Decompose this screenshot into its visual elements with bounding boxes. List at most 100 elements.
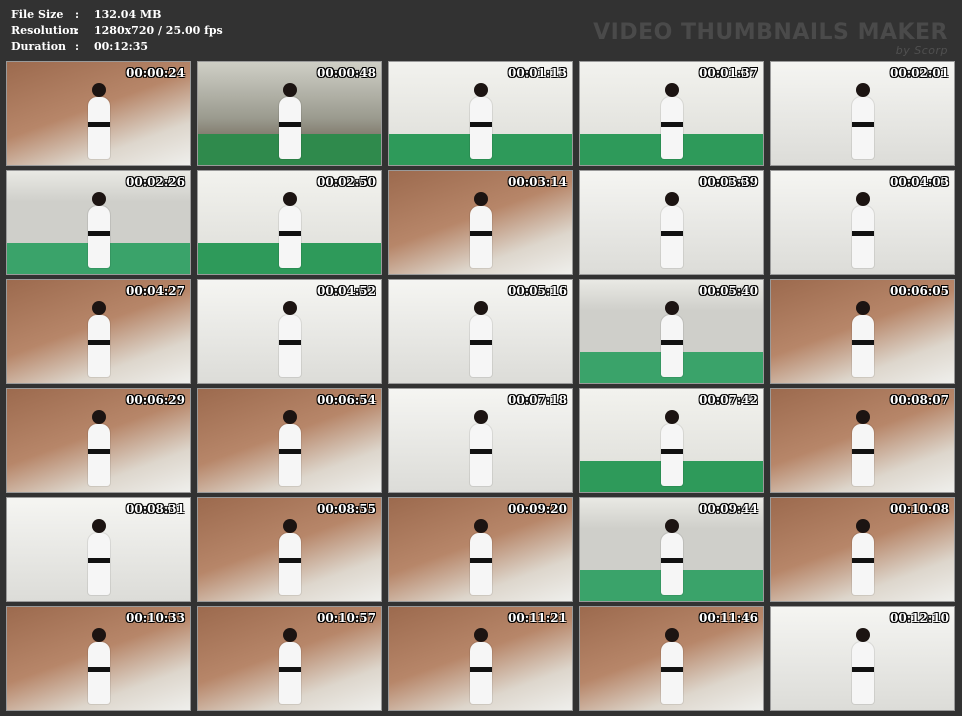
- video-thumbnail[interactable]: 00:11:21: [388, 606, 573, 711]
- black-belt: [660, 230, 683, 236]
- video-thumbnail[interactable]: 00:08:55: [197, 497, 382, 602]
- timestamp-label: 00:00:48: [317, 66, 376, 80]
- video-thumbnail[interactable]: 00:04:52: [197, 279, 382, 384]
- thumbnail-grid: 00:00:24 00:00:48 00:01:13 00:01:37 00:02:01…: [6, 61, 955, 711]
- video-thumbnail[interactable]: 00:07:42: [579, 388, 764, 493]
- video-thumbnail[interactable]: 00:10:57: [197, 606, 382, 711]
- video-thumbnail[interactable]: 00:12:10: [770, 606, 955, 711]
- karateka-figure: [469, 410, 492, 486]
- karateka-figure: [660, 192, 683, 268]
- head-shape: [473, 410, 488, 424]
- head-shape: [91, 301, 106, 315]
- duration-value: 00:12:35: [94, 40, 149, 53]
- karateka-figure: [278, 519, 301, 595]
- timestamp-label: 00:08:07: [890, 393, 949, 407]
- head-shape: [473, 83, 488, 97]
- black-belt: [851, 339, 874, 345]
- video-thumbnail[interactable]: 00:11:46: [579, 606, 764, 711]
- head-shape: [664, 301, 679, 315]
- timestamp-label: 00:06:05: [890, 284, 949, 298]
- black-belt: [87, 339, 110, 345]
- video-thumbnail[interactable]: 00:03:39: [579, 170, 764, 275]
- black-belt: [469, 121, 492, 127]
- head-shape: [282, 410, 297, 424]
- black-belt: [469, 448, 492, 454]
- duration-row: Duration : 00:12:35: [11, 39, 223, 55]
- karateka-figure: [469, 301, 492, 377]
- head-shape: [473, 192, 488, 206]
- head-shape: [664, 628, 679, 642]
- timestamp-label: 00:12:10: [890, 611, 949, 625]
- timestamp-label: 00:06:54: [317, 393, 376, 407]
- karateka-figure: [469, 83, 492, 159]
- karateka-figure: [87, 192, 110, 268]
- head-shape: [282, 301, 297, 315]
- head-shape: [664, 519, 679, 533]
- video-thumbnail[interactable]: 00:09:20: [388, 497, 573, 602]
- video-thumbnail[interactable]: 00:08:07: [770, 388, 955, 493]
- video-thumbnail[interactable]: 00:06:29: [6, 388, 191, 493]
- video-thumbnail[interactable]: 00:02:26: [6, 170, 191, 275]
- video-thumbnail[interactable]: 00:08:31: [6, 497, 191, 602]
- head-shape: [473, 301, 488, 315]
- duration-label: Duration: [11, 40, 67, 53]
- head-shape: [91, 519, 106, 533]
- black-belt: [469, 557, 492, 563]
- video-thumbnail[interactable]: 00:04:27: [6, 279, 191, 384]
- black-belt: [851, 448, 874, 454]
- video-thumbnail[interactable]: 00:03:14: [388, 170, 573, 275]
- timestamp-label: 00:09:20: [508, 502, 567, 516]
- head-shape: [855, 410, 870, 424]
- video-thumbnail[interactable]: 00:04:03: [770, 170, 955, 275]
- head-shape: [282, 83, 297, 97]
- video-thumbnail[interactable]: 00:01:37: [579, 61, 764, 166]
- head-shape: [282, 519, 297, 533]
- head-shape: [473, 628, 488, 642]
- video-thumbnail[interactable]: 00:01:13: [388, 61, 573, 166]
- head-shape: [855, 192, 870, 206]
- timestamp-label: 00:11:46: [699, 611, 758, 625]
- video-thumbnail[interactable]: 00:00:48: [197, 61, 382, 166]
- timestamp-label: 00:02:26: [126, 175, 185, 189]
- black-belt: [851, 666, 874, 672]
- video-thumbnail[interactable]: 00:02:50: [197, 170, 382, 275]
- video-thumbnail[interactable]: 00:10:08: [770, 497, 955, 602]
- timestamp-label: 00:08:55: [317, 502, 376, 516]
- black-belt: [660, 557, 683, 563]
- video-thumbnail[interactable]: 00:09:44: [579, 497, 764, 602]
- video-thumbnail[interactable]: 00:06:54: [197, 388, 382, 493]
- karateka-figure: [851, 83, 874, 159]
- black-belt: [87, 448, 110, 454]
- video-thumbnail[interactable]: 00:07:18: [388, 388, 573, 493]
- video-thumbnail[interactable]: 00:00:24: [6, 61, 191, 166]
- head-shape: [855, 628, 870, 642]
- timestamp-label: 00:06:29: [126, 393, 185, 407]
- karateka-figure: [278, 628, 301, 704]
- separator: :: [75, 24, 80, 37]
- file-size-label: File Size: [11, 8, 64, 21]
- karateka-figure: [278, 83, 301, 159]
- timestamp-label: 00:10:33: [126, 611, 185, 625]
- karateka-figure: [469, 192, 492, 268]
- video-thumbnail[interactable]: 00:06:05: [770, 279, 955, 384]
- timestamp-label: 00:04:52: [317, 284, 376, 298]
- video-thumbnail[interactable]: 00:10:33: [6, 606, 191, 711]
- black-belt: [278, 121, 301, 127]
- timestamp-label: 00:02:01: [890, 66, 949, 80]
- head-shape: [91, 410, 106, 424]
- black-belt: [851, 230, 874, 236]
- resolution-value: 1280x720 / 25.00 fps: [94, 24, 223, 37]
- timestamp-label: 00:01:13: [508, 66, 567, 80]
- head-shape: [282, 628, 297, 642]
- video-thumbnail[interactable]: 00:05:16: [388, 279, 573, 384]
- karateka-figure: [469, 519, 492, 595]
- timestamp-label: 00:03:14: [508, 175, 567, 189]
- head-shape: [664, 410, 679, 424]
- head-shape: [91, 83, 106, 97]
- watermark: VIDEO THUMBNAILS MAKER by Scorp: [593, 21, 948, 57]
- karateka-figure: [851, 628, 874, 704]
- video-thumbnail[interactable]: 00:05:40: [579, 279, 764, 384]
- timestamp-label: 00:10:57: [317, 611, 376, 625]
- video-thumbnail[interactable]: 00:02:01: [770, 61, 955, 166]
- karateka-figure: [278, 192, 301, 268]
